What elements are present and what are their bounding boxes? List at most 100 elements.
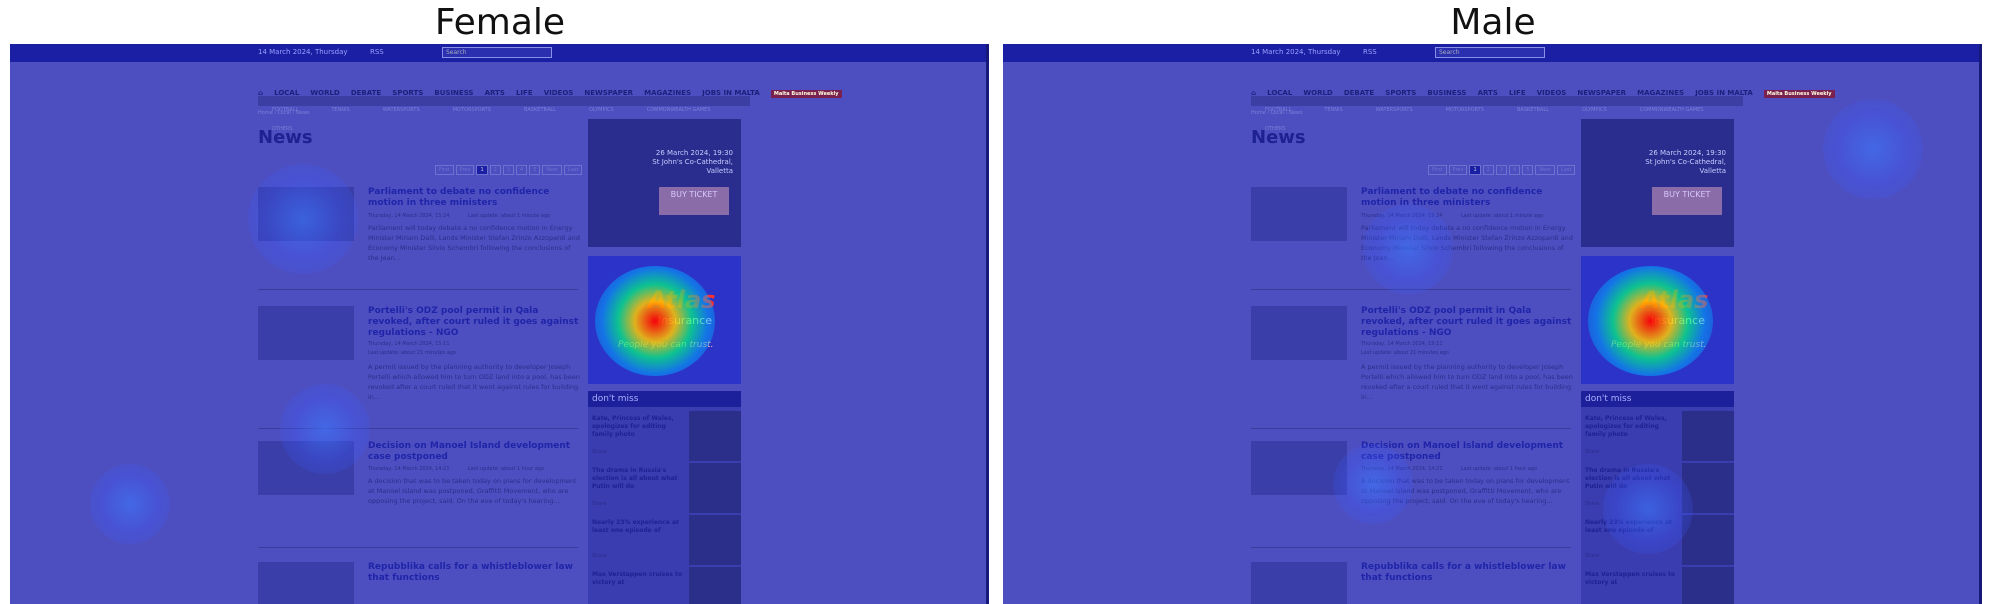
article-item[interactable]: Parliament to debate no confidence motio… (1251, 187, 1573, 277)
article-item[interactable]: Decision on Manoel Island development ca… (1251, 441, 1571, 531)
subnav-item[interactable]: TENNIS (1324, 107, 1342, 113)
article-thumbnail[interactable] (258, 562, 354, 604)
article-thumbnail[interactable] (1251, 187, 1347, 241)
article-headline[interactable]: Decision on Manoel Island development ca… (368, 441, 580, 463)
article-headline[interactable]: Parliament to debate no confidence motio… (1361, 187, 1573, 209)
pager-last[interactable]: Last (564, 165, 583, 175)
article-item[interactable]: Decision on Manoel Island development ca… (258, 441, 578, 531)
subnav-item[interactable]: OLYMPICS (589, 107, 614, 113)
rss-link[interactable]: RSS (1363, 48, 1377, 56)
concert-ad[interactable]: 26 March 2024, 19:30 St John's Co-Cathed… (1581, 119, 1734, 247)
dont-miss-item[interactable]: Nearly 23% experience at least one episo… (592, 519, 686, 535)
rss-link[interactable]: RSS (370, 48, 384, 56)
divider (258, 428, 578, 429)
pager-next[interactable]: Next (1535, 165, 1556, 175)
dont-miss-image[interactable] (1682, 463, 1734, 513)
article-thumbnail[interactable] (1251, 441, 1347, 495)
dont-miss-item[interactable]: Nearly 23% experience at least one episo… (1585, 519, 1679, 535)
pager-page[interactable]: 2 (1482, 165, 1494, 175)
dont-miss-item[interactable]: Kate, Princess of Wales, apologizes for … (1585, 415, 1679, 439)
share-link[interactable]: Share (1585, 553, 1599, 559)
dont-miss-item[interactable]: Max Verstappen cruises to victory at (592, 571, 686, 587)
article-item[interactable]: Repubblika calls for a whistleblower law… (258, 562, 578, 604)
subnav-item[interactable]: MOTORSPORTS (453, 107, 491, 113)
pager-page[interactable]: 3 (1495, 165, 1508, 175)
article-summary: A permit issued by the planning authorit… (1361, 363, 1573, 401)
dont-miss-box: don't miss Kate, Princess of Wales, apol… (1581, 391, 1734, 604)
pager-page[interactable]: 4 (516, 165, 528, 175)
buy-ticket-button[interactable]: BUY TICKET (659, 187, 729, 215)
concert-ad[interactable]: 26 March 2024, 19:30 St John's Co-Cathed… (588, 119, 741, 247)
article-headline[interactable]: Parliament to debate no confidence motio… (368, 187, 580, 209)
buy-ticket-button[interactable]: BUY TICKET (1652, 187, 1722, 215)
dont-miss-image[interactable] (1682, 567, 1734, 604)
article-update: Last update: about 21 minutes ago (368, 350, 456, 356)
article-headline[interactable]: Portelli's ODZ pool permit in Qala revok… (368, 306, 580, 339)
share-link[interactable]: Share (592, 553, 606, 559)
subnav-item[interactable]: TENNIS (331, 107, 349, 113)
pager-page[interactable]: 1 (1469, 165, 1481, 175)
breadcrumb[interactable]: Home › Local › News (258, 110, 310, 116)
dont-miss-item[interactable]: The drama in Russia's election is all ab… (592, 467, 686, 491)
ad-tagline: People you can trust. (618, 340, 714, 350)
share-link[interactable]: Share (1585, 501, 1599, 507)
share-link[interactable]: Share (1585, 449, 1599, 455)
pager-page[interactable]: 2 (489, 165, 501, 175)
subnav-item[interactable]: MOTORSPORTS (1446, 107, 1484, 113)
subnav-item[interactable]: WATERSPORTS (1376, 107, 1413, 113)
pager-prev[interactable]: Prev (455, 165, 475, 175)
dont-miss-item[interactable]: The drama in Russia's election is all ab… (1585, 467, 1679, 491)
pager-first[interactable]: First (1428, 165, 1447, 175)
subnav-item[interactable]: COMMONWEALTH GAMES (647, 107, 711, 113)
article-item[interactable]: Portelli's ODZ pool permit in Qala revok… (1251, 306, 1573, 416)
dont-miss-item[interactable]: Kate, Princess of Wales, apologizes for … (592, 415, 686, 439)
brand-badge[interactable]: Malta Business Weekly (770, 90, 842, 98)
pager-page[interactable]: 1 (476, 165, 488, 175)
article-item[interactable]: Portelli's ODZ pool permit in Qala revok… (258, 306, 580, 416)
subnav-item[interactable]: BASKETBALL (1517, 107, 1549, 113)
pager-page[interactable]: 4 (1509, 165, 1521, 175)
pager-page[interactable]: 5 (1522, 165, 1534, 175)
subnav-item[interactable]: WATERSPORTS (383, 107, 420, 113)
search-input[interactable]: Search (1435, 47, 1545, 58)
article-item[interactable]: Repubblika calls for a whistleblower law… (1251, 562, 1571, 604)
pagination: First Prev 1 2 3 4 5 Next Last (433, 156, 583, 175)
article-headline[interactable]: Repubblika calls for a whistleblower law… (1361, 562, 1573, 584)
article-headline[interactable]: Repubblika calls for a whistleblower law… (368, 562, 580, 584)
dont-miss-image[interactable] (689, 515, 741, 565)
subnav-item[interactable]: OLYMPICS (1582, 107, 1607, 113)
share-link[interactable]: Share (592, 501, 606, 507)
ad-date: 26 March 2024, 19:30 (655, 149, 733, 157)
pager-last[interactable]: Last (1557, 165, 1576, 175)
insurance-ad[interactable]: Atlas Insurance People you can trust. (588, 256, 741, 384)
subnav-item[interactable]: BASKETBALL (524, 107, 556, 113)
dont-miss-image[interactable] (1682, 411, 1734, 461)
article-thumbnail[interactable] (258, 306, 354, 360)
dont-miss-image[interactable] (689, 411, 741, 461)
pager-prev[interactable]: Prev (1448, 165, 1468, 175)
subnav-item[interactable]: COMMONWEALTH GAMES (1640, 107, 1704, 113)
search-input[interactable]: Search (442, 47, 552, 58)
article-headline[interactable]: Portelli's ODZ pool permit in Qala revok… (1361, 306, 1573, 339)
dont-miss-image[interactable] (689, 567, 741, 604)
divider (1251, 547, 1571, 548)
article-update: Last update: about 1 minute ago (468, 213, 551, 219)
dont-miss-image[interactable] (1682, 515, 1734, 565)
article-item[interactable]: Parliament to debate no confidence motio… (258, 187, 580, 277)
brand-badge[interactable]: Malta Business Weekly (1763, 90, 1835, 98)
insurance-ad[interactable]: Atlas Insurance People you can trust. (1581, 256, 1734, 384)
article-thumbnail[interactable] (1251, 306, 1347, 360)
share-link[interactable]: Share (592, 449, 606, 455)
pager-page[interactable]: 5 (529, 165, 541, 175)
article-update: Last update: about 1 hour ago (468, 466, 545, 472)
article-thumbnail[interactable] (258, 187, 354, 241)
dont-miss-image[interactable] (689, 463, 741, 513)
pager-first[interactable]: First (435, 165, 454, 175)
pager-page[interactable]: 3 (502, 165, 515, 175)
pager-next[interactable]: Next (542, 165, 563, 175)
breadcrumb[interactable]: Home › Local › News (1251, 110, 1303, 116)
dont-miss-item[interactable]: Max Verstappen cruises to victory at (1585, 571, 1679, 587)
article-thumbnail[interactable] (258, 441, 354, 495)
article-thumbnail[interactable] (1251, 562, 1347, 604)
article-headline[interactable]: Decision on Manoel Island development ca… (1361, 441, 1573, 463)
